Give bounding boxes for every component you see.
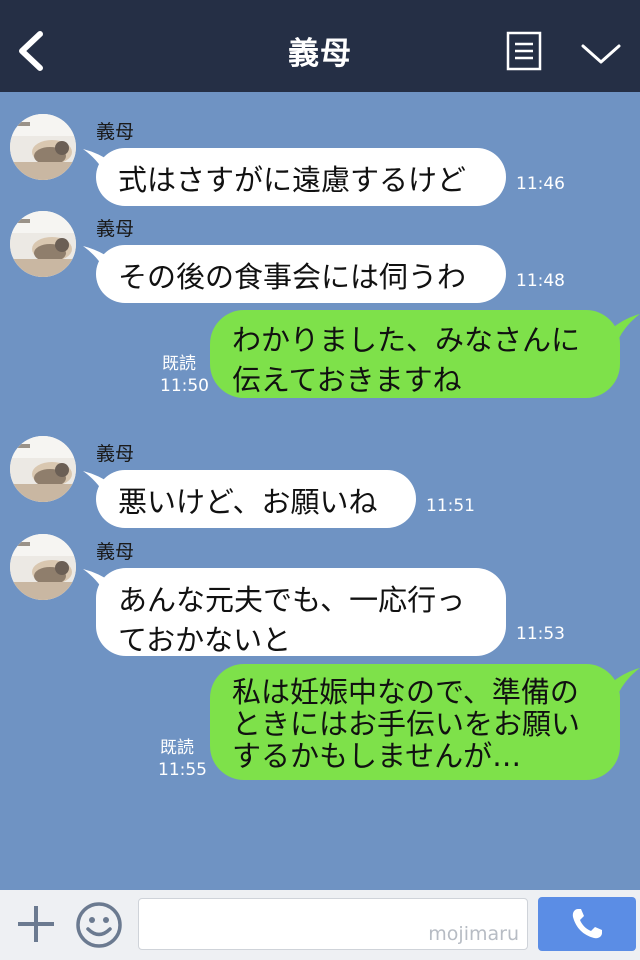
message-time: 11:48: [516, 271, 565, 291]
avatar[interactable]: [10, 114, 76, 180]
incoming-message[interactable]: 式はさすがに遠慮するけど: [96, 148, 506, 206]
phone-icon: [572, 909, 602, 939]
incoming-message[interactable]: あんな元夫でも、一応行っ ておかないと: [96, 568, 506, 657]
watermark: mojimaru: [428, 923, 519, 945]
chat-area[interactable]: 義母 式はさすがに遠慮するけど 11:46 義母 その後の食事会には伺うわ 11…: [0, 92, 640, 890]
message-input[interactable]: mojimaru: [138, 898, 528, 950]
chat-header: 義母: [0, 0, 640, 92]
message-time: 11:50: [160, 376, 209, 396]
sender-name: 義母: [96, 443, 135, 465]
message-time: 11:55: [158, 760, 207, 780]
menu-list-icon[interactable]: [506, 31, 542, 71]
sender-name: 義母: [96, 218, 135, 240]
incoming-message[interactable]: その後の食事会には伺うわ: [96, 245, 506, 303]
chat-title: 義母: [288, 36, 352, 72]
read-receipt: 既読: [162, 354, 196, 374]
plus-icon[interactable]: [16, 904, 56, 944]
avatar[interactable]: [10, 534, 76, 600]
outgoing-message[interactable]: わかりました、みなさんに 伝えておきますね: [210, 310, 620, 398]
call-button[interactable]: [538, 897, 636, 951]
message-time: 11:51: [426, 496, 475, 516]
smiley-icon[interactable]: [74, 900, 124, 950]
outgoing-message[interactable]: 私は妊娠中なので、準備の ときにはお手伝いをお願い するかもしませんが…: [210, 664, 620, 780]
sender-name: 義母: [96, 121, 135, 143]
message-time: 11:53: [516, 624, 565, 644]
chevron-down-icon[interactable]: [580, 40, 622, 68]
sender-name: 義母: [96, 541, 135, 563]
avatar[interactable]: [10, 436, 76, 502]
read-receipt: 既読: [160, 738, 194, 758]
incoming-message[interactable]: 悪いけど、お願いね: [96, 470, 416, 528]
avatar[interactable]: [10, 211, 76, 277]
message-time: 11:46: [516, 174, 565, 194]
